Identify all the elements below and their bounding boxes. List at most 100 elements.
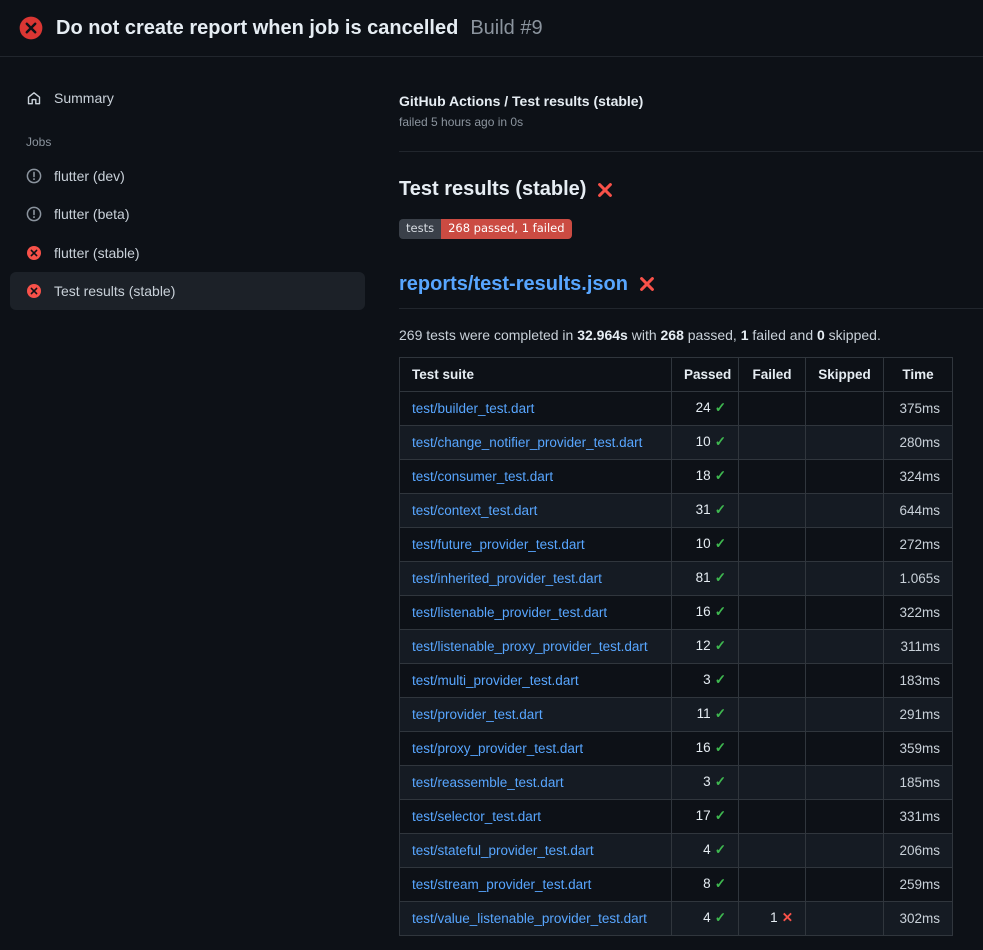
results-table: Test suite Passed Failed Skipped Time te…: [399, 357, 953, 936]
table-row: test/value_listenable_provider_test.dart…: [400, 901, 953, 935]
col-header-time: Time: [884, 357, 953, 391]
check-icon: ✓: [715, 502, 726, 517]
report-heading: reports/test-results.json: [399, 273, 983, 309]
failed-cell: [739, 527, 806, 561]
suite-cell: test/value_listenable_provider_test.dart: [400, 901, 672, 935]
test-suite-link[interactable]: test/multi_provider_test.dart: [412, 673, 579, 688]
badge-label: tests: [399, 219, 441, 239]
skipped-cell: [806, 663, 884, 697]
failed-cell: [739, 697, 806, 731]
time-cell: 302ms: [884, 901, 953, 935]
time-cell: 206ms: [884, 833, 953, 867]
sidebar-item-flutter-dev[interactable]: flutter (dev): [10, 157, 365, 195]
test-suite-link[interactable]: test/builder_test.dart: [412, 401, 534, 416]
section-title: Test results (stable): [399, 178, 983, 201]
test-suite-link[interactable]: test/provider_test.dart: [412, 707, 543, 722]
suite-cell: test/reassemble_test.dart: [400, 765, 672, 799]
test-suite-link[interactable]: test/stream_provider_test.dart: [412, 877, 591, 892]
sidebar-item-label: Summary: [54, 89, 114, 107]
sidebar-item-label: Test results (stable): [54, 282, 175, 300]
suite-cell: test/context_test.dart: [400, 493, 672, 527]
time-cell: 291ms: [884, 697, 953, 731]
sidebar-item-test-results-stable[interactable]: Test results (stable): [10, 272, 365, 310]
skipped-cell: [806, 629, 884, 663]
test-suite-link[interactable]: test/change_notifier_provider_test.dart: [412, 435, 642, 450]
suite-cell: test/builder_test.dart: [400, 391, 672, 425]
build-header: Do not create report when job is cancell…: [0, 0, 983, 57]
failed-cell: 1✕: [739, 901, 806, 935]
passed-cell: 10✓: [672, 527, 739, 561]
table-row: test/builder_test.dart24✓375ms: [400, 391, 953, 425]
skipped-cell: [806, 391, 884, 425]
failed-cell: [739, 731, 806, 765]
test-suite-link[interactable]: test/future_provider_test.dart: [412, 537, 585, 552]
check-icon: ✓: [715, 910, 726, 925]
table-row: test/consumer_test.dart 18✓ 324ms: [400, 459, 953, 493]
test-suite-link[interactable]: test/selector_test.dart: [412, 809, 541, 824]
failed-cell: [739, 561, 806, 595]
check-icon: ✓: [715, 638, 726, 653]
failed-cell: [739, 459, 806, 493]
test-suite-link[interactable]: test/listenable_provider_test.dart: [412, 605, 607, 620]
test-suite-link[interactable]: test/value_listenable_provider_test.dart: [412, 911, 647, 926]
failed-cell: [739, 765, 806, 799]
summary-passed-count: 268: [661, 327, 684, 343]
passed-cell: 8✓: [672, 867, 739, 901]
table-row: test/listenable_provider_test.dart16✓322…: [400, 595, 953, 629]
sidebar-item-flutter-beta[interactable]: flutter (beta): [10, 195, 365, 233]
main-content: GitHub Actions / Test results (stable) f…: [375, 57, 983, 950]
failed-cell: [739, 493, 806, 527]
skipped-cell: [806, 833, 884, 867]
summary-text: with: [628, 327, 661, 343]
summary-duration: 32.964s: [577, 327, 628, 343]
time-cell: 1.065s: [884, 561, 953, 595]
home-icon: [26, 90, 42, 106]
time-cell: 185ms: [884, 765, 953, 799]
report-link[interactable]: reports/test-results.json: [399, 273, 628, 296]
failed-status-icon: [26, 283, 42, 299]
summary-text: failed and: [749, 327, 818, 343]
test-suite-link[interactable]: test/proxy_provider_test.dart: [412, 741, 583, 756]
skipped-cell: [806, 527, 884, 561]
skipped-cell: [806, 799, 884, 833]
test-suite-link[interactable]: test/reassemble_test.dart: [412, 775, 564, 790]
results-table-body: test/builder_test.dart24✓375mstest/chang…: [400, 391, 953, 935]
test-suite-link[interactable]: test/inherited_provider_test.dart: [412, 571, 602, 586]
page-layout: Summary Jobs flutter (dev) flutter (beta…: [0, 57, 983, 950]
suite-cell: test/consumer_test.dart: [400, 459, 672, 493]
x-mark-icon: ✕: [782, 910, 793, 925]
skipped-cell: [806, 493, 884, 527]
passed-cell: 18✓: [672, 459, 739, 493]
sidebar-item-summary[interactable]: Summary: [10, 79, 365, 117]
check-icon: ✓: [715, 842, 726, 857]
suite-cell: test/change_notifier_provider_test.dart: [400, 425, 672, 459]
passed-cell: 16✓: [672, 731, 739, 765]
passed-cell: 24✓: [672, 391, 739, 425]
col-header-test-suite: Test suite: [400, 357, 672, 391]
section-title-text: Test results (stable): [399, 178, 586, 201]
test-suite-link[interactable]: test/context_test.dart: [412, 503, 537, 518]
failed-x-icon: [596, 181, 614, 199]
table-row: test/provider_test.dart11✓291ms: [400, 697, 953, 731]
test-suite-link[interactable]: test/listenable_proxy_provider_test.dart: [412, 639, 648, 654]
run-meta: failed 5 hours ago in 0s: [399, 115, 983, 129]
time-cell: 331ms: [884, 799, 953, 833]
sidebar-item-label: flutter (beta): [54, 205, 129, 223]
suite-cell: test/inherited_provider_test.dart: [400, 561, 672, 595]
time-cell: 324ms: [884, 459, 953, 493]
sidebar-item-flutter-stable[interactable]: flutter (stable): [10, 234, 365, 272]
passed-cell: 81✓: [672, 561, 739, 595]
check-icon: ✓: [715, 740, 726, 755]
time-cell: 359ms: [884, 731, 953, 765]
col-header-failed: Failed: [739, 357, 806, 391]
check-icon: ✓: [715, 604, 726, 619]
failed-status-icon: [18, 15, 44, 41]
failed-cell: [739, 629, 806, 663]
suite-cell: test/stream_provider_test.dart: [400, 867, 672, 901]
skipped-cell: [806, 459, 884, 493]
tests-badge: tests 268 passed, 1 failed: [399, 219, 572, 239]
test-suite-link[interactable]: test/consumer_test.dart: [412, 469, 553, 484]
suite-cell: test/listenable_proxy_provider_test.dart: [400, 629, 672, 663]
table-row: test/change_notifier_provider_test.dart1…: [400, 425, 953, 459]
test-suite-link[interactable]: test/stateful_provider_test.dart: [412, 843, 594, 858]
